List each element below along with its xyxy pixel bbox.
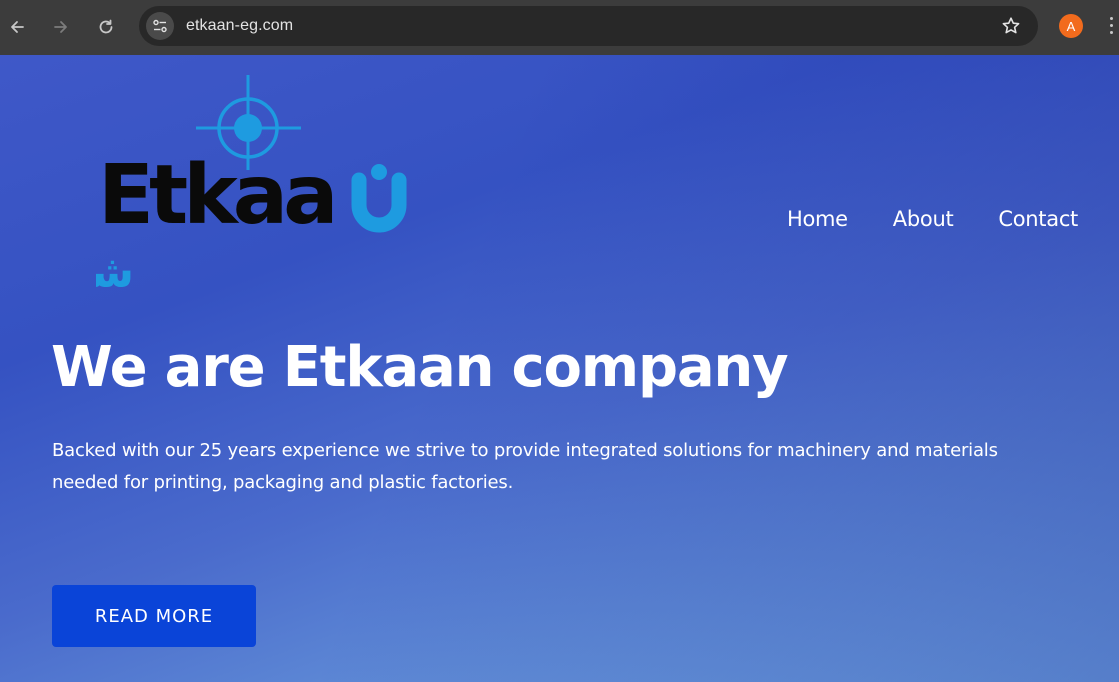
bookmark-button[interactable] [1000, 15, 1022, 37]
browser-toolbar: etkaan-eg.com A [0, 0, 1119, 55]
site-info-button[interactable] [146, 12, 174, 40]
more-vert-icon[interactable] [1109, 17, 1115, 37]
back-arrow-icon [11, 21, 24, 33]
forward-arrow-icon [54, 21, 67, 33]
svg-text:Etkaa: Etkaa [98, 148, 333, 243]
address-bar[interactable]: etkaan-eg.com [139, 6, 1038, 46]
etkaan-logo[interactable]: Etkaa شركة إتقان [96, 75, 416, 305]
reload-button[interactable] [92, 13, 120, 41]
web-page: Etkaa شركة إتقان Home About Contact We a… [0, 55, 1119, 682]
site-settings-icon [153, 19, 167, 33]
nav-home-link[interactable]: Home [787, 207, 848, 231]
main-nav: Home About Contact [787, 207, 1078, 231]
nav-contact-link[interactable]: Contact [998, 207, 1078, 231]
back-button[interactable] [3, 13, 31, 41]
forward-button[interactable] [47, 13, 75, 41]
hero-description: Backed with our 25 years experience we s… [52, 440, 998, 493]
reload-icon [99, 19, 113, 34]
read-more-button[interactable]: READ MORE [52, 585, 256, 647]
profile-avatar[interactable]: A [1059, 14, 1083, 38]
url-text[interactable]: etkaan-eg.com [186, 17, 293, 35]
logo-wordmark: Etkaa [98, 148, 407, 243]
nav-about-link[interactable]: About [893, 207, 954, 231]
bookmark-star-icon [1002, 17, 1020, 34]
logo-arabic-text: شركة إتقان [96, 247, 134, 298]
hero-title: We are Etkaan company [51, 335, 789, 400]
